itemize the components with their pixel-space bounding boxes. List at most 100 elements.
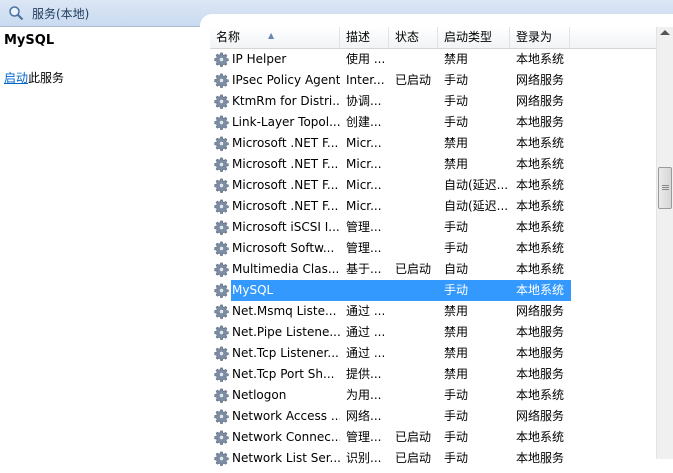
magnifier-icon [9,6,24,21]
service-logon-cell: 本地服务 [516,367,565,381]
service-logon-cell: 本地系统 [516,178,565,192]
service-startup-cell: 自动 [444,262,469,276]
service-status-cell [395,343,438,364]
services-list[interactable]: ▲ 名称 描述 状态 启动类型 登录为 IP Helper 使用 ... 禁用 本地系… [210,27,656,466]
service-status-cell [395,280,438,301]
service-logon-cell: 本地系统 [516,262,565,276]
service-status-cell: 已启动 [395,262,432,276]
start-service-line: 启动此服务 [4,69,64,86]
service-logon-cell: 本地系统 [516,157,565,171]
service-desc-cell: 管理... [346,241,382,255]
service-status-cell [395,49,438,70]
service-name-cell: Netlogon [232,388,287,402]
table-row[interactable]: Network Connec... 管理... 已启动 手动 本地系统 [210,427,656,448]
table-row[interactable]: Net.Pipe Listene... 通过 ... 禁用 本地服务 [210,322,656,343]
service-logon-cell: 本地系统 [516,220,565,234]
start-service-link[interactable]: 启动 [4,71,28,85]
service-logon-cell: 本地系统 [516,430,565,444]
service-startup-cell: 自动(延迟... [444,178,509,192]
scrollbar-thumb[interactable] [658,167,672,209]
start-service-suffix: 此服务 [28,71,65,85]
service-startup-cell: 手动 [444,94,469,108]
gear-icon [214,262,229,277]
service-status-cell [395,322,438,343]
table-row[interactable]: Microsoft .NET F... Micr... 禁用 本地系统 [210,133,656,154]
gear-icon [214,94,229,109]
column-header-name[interactable]: ▲ 名称 [210,27,340,48]
gear-icon [214,304,229,319]
service-startup-cell: 禁用 [444,367,469,381]
gear-icon [214,178,229,193]
service-logon-cell: 本地服务 [516,325,565,339]
table-row[interactable]: Netlogon 为用... 手动 本地系统 [210,385,656,406]
service-rows: IP Helper 使用 ... 禁用 本地系统 IPsec Policy Agent I… [210,49,656,469]
service-logon-cell: 网络服务 [516,73,565,87]
service-status-cell [395,406,438,427]
table-row-selected[interactable]: MySQL 手动 本地系统 [210,280,656,301]
service-status-cell [395,91,438,112]
service-startup-cell: 禁用 [444,325,469,339]
service-startup-cell: 手动 [444,220,469,234]
gear-icon [214,157,229,172]
service-status-cell: 已启动 [395,73,432,87]
table-row[interactable]: Net.Tcp Port Sh... 提供... 禁用 本地服务 [210,364,656,385]
service-startup-cell: 禁用 [444,136,469,150]
service-status-cell [395,175,438,196]
service-status-cell [395,238,438,259]
column-header-status[interactable]: 状态 [389,27,438,48]
service-name-cell: Microsoft Softw... [232,241,335,255]
gear-icon [214,283,229,298]
service-name-cell: Microsoft .NET F... [232,157,339,171]
column-header-logon-as[interactable]: 登录为 [510,27,570,48]
service-desc-cell: 提供... [346,367,382,381]
column-header-startup-type[interactable]: 启动类型 [438,27,510,48]
table-row[interactable]: Network Access ... 网络... 手动 网络服务 [210,406,656,427]
gear-icon [214,220,229,235]
column-header-description[interactable]: 描述 [340,27,389,48]
table-row[interactable]: Net.Msmq Liste... 通过 ... 禁用 网络服务 [210,301,656,322]
table-row[interactable]: Net.Tcp Listener... 通过 ... 禁用 本地服务 [210,343,656,364]
table-row[interactable]: Microsoft Softw... 管理... 手动 本地系统 [210,238,656,259]
service-logon-cell: 本地系统 [516,241,565,255]
gear-icon [214,409,229,424]
table-row[interactable]: KtmRm for Distri... 协调... 手动 网络服务 [210,91,656,112]
service-logon-cell: 本地服务 [516,346,565,360]
service-startup-cell: 禁用 [444,52,469,66]
gear-icon [214,52,229,67]
table-row[interactable]: Microsoft .NET F... Micr... 自动(延迟... 本地系统 [210,196,656,217]
service-status-cell [395,217,438,238]
table-row[interactable]: Microsoft iSCSI I... 管理... 手动 本地系统 [210,217,656,238]
service-desc-cell: 管理... [346,430,382,444]
table-row[interactable]: Multimedia Clas... 基于... 已启动 自动 本地系统 [210,259,656,280]
service-desc-cell: Micr... [346,136,382,150]
service-logon-cell: 本地系统 [516,199,565,213]
gear-icon [214,199,229,214]
gear-icon [214,325,229,340]
vertical-scrollbar[interactable] [656,27,673,459]
gear-icon [214,136,229,151]
gear-icon [214,430,229,445]
service-desc-cell: 基于... [346,262,382,276]
service-name-cell: KtmRm for Distri... [232,94,340,108]
table-row[interactable]: Link-Layer Topol... 创建... 手动 本地服务 [210,112,656,133]
service-status-cell: 已启动 [395,430,432,444]
service-name-cell: Net.Msmq Liste... [232,304,337,318]
gear-icon [214,73,229,88]
table-row[interactable]: Microsoft .NET F... Micr... 禁用 本地系统 [210,154,656,175]
table-row[interactable]: IPsec Policy Agent Inter... 已启动 手动 网络服务 [210,70,656,91]
service-name-cell: Network Connec... [232,430,340,444]
sort-ascending-icon: ▲ [268,31,275,40]
service-desc-cell: Micr... [346,199,382,213]
table-row[interactable]: IP Helper 使用 ... 禁用 本地系统 [210,49,656,70]
service-name-cell: MySQL [232,283,274,297]
service-name-cell: Microsoft iSCSI I... [232,220,340,234]
service-logon-cell: 本地系统 [516,388,565,402]
service-logon-cell: 本地服务 [516,115,565,129]
service-desc-cell [346,280,389,301]
service-desc-cell: 管理... [346,220,382,234]
scroll-up-arrow-icon[interactable] [660,30,670,35]
gear-icon [214,115,229,130]
service-logon-cell: 网络服务 [516,304,565,318]
service-desc-cell: 通过 ... [346,325,386,339]
table-row[interactable]: Microsoft .NET F... Micr... 自动(延迟... 本地系统 [210,175,656,196]
